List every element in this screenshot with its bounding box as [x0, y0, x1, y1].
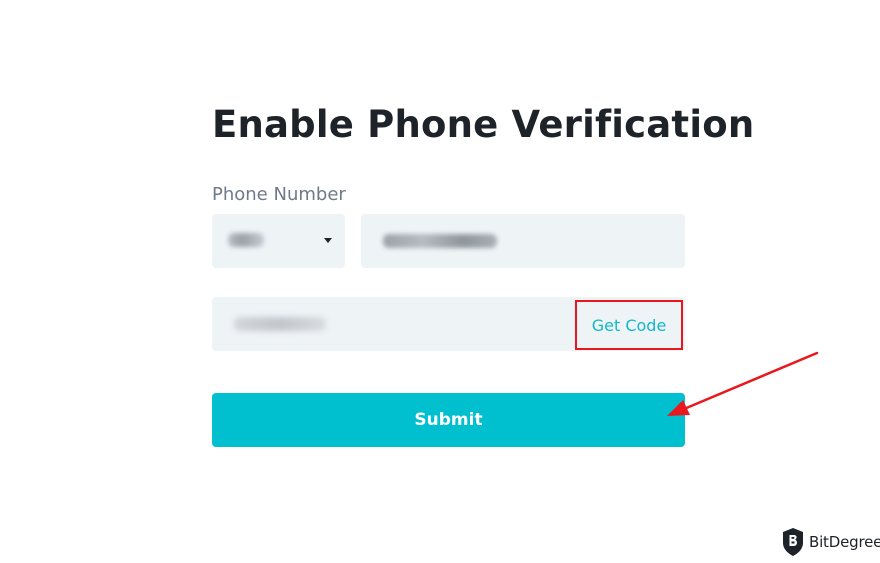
phone-number-label: Phone Number — [212, 184, 346, 205]
country-code-value-blurred — [228, 233, 264, 247]
phone-number-value-blurred — [383, 234, 497, 248]
bitdegree-wordmark: BitDegree — [809, 533, 880, 551]
get-code-button[interactable]: Get Code — [575, 300, 683, 350]
submit-button[interactable]: Submit — [212, 393, 685, 447]
bitdegree-watermark: BitDegree — [781, 527, 880, 557]
page-title: Enable Phone Verification — [212, 103, 755, 146]
phone-number-input[interactable] — [361, 214, 685, 268]
red-arrow-annotation — [667, 351, 819, 416]
bitdegree-shield-icon — [783, 528, 803, 556]
caret-down-icon — [324, 238, 332, 243]
verification-code-placeholder-blurred — [234, 317, 326, 331]
country-code-select[interactable] — [212, 214, 345, 268]
